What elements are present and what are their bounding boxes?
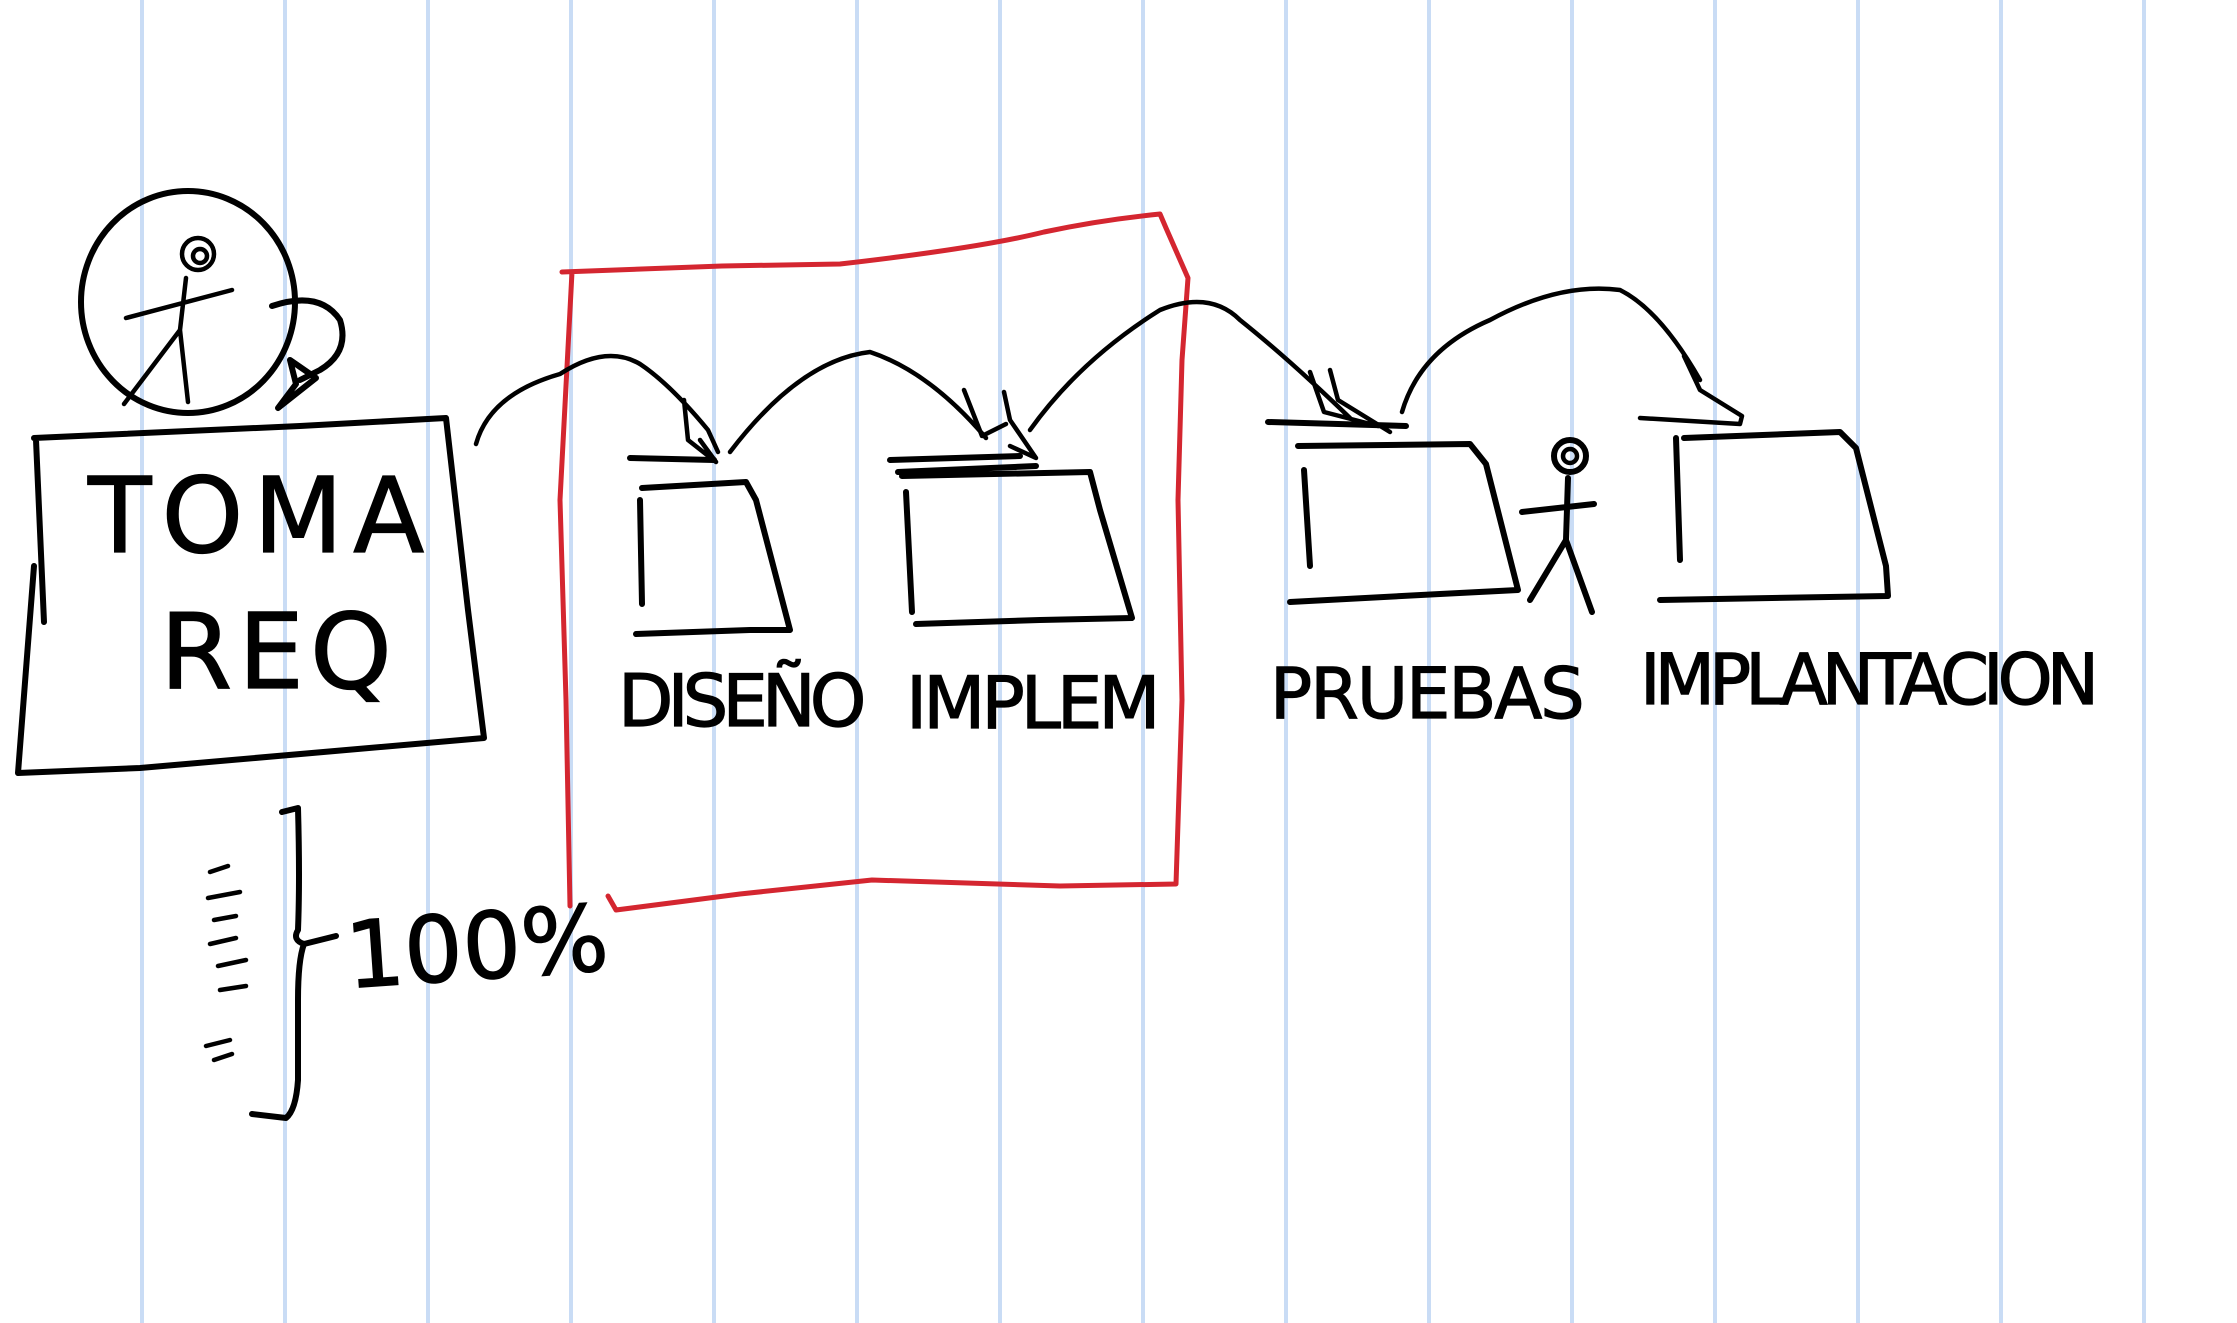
implementation-box: [887, 453, 1135, 627]
coverage-annotation: 100%: [203, 805, 613, 1121]
design-label: DISEÑO: [618, 659, 863, 743]
stick-figure-icon: [1519, 437, 1597, 615]
highlight-frame: [557, 211, 1191, 913]
design-stage: DISEÑO: [617, 455, 869, 744]
stick-figure-in-circle-icon: [78, 188, 346, 416]
deployment-box: [1657, 429, 1891, 603]
requirements-label-line1: TOMA: [87, 455, 434, 577]
design-box: [627, 455, 793, 637]
testing-label: PRUEBAS: [1270, 653, 1583, 735]
requirements-label-line2: REQ: [160, 591, 398, 713]
testing-box: [1265, 419, 1521, 605]
arrow-req-to-design: [473, 353, 721, 465]
implementation-label: IMPLEM: [906, 661, 1157, 745]
deployment-stage: IMPLANTACION: [1639, 429, 2100, 722]
arrow-design-to-impl: [727, 349, 1039, 461]
curly-brace-icon: [249, 805, 339, 1121]
whiteboard-diagram: TOMA REQ 100% DISEÑO IMPLEM PRUEBAS IMPL…: [15, 0, 2146, 1323]
requirements-stage: TOMA REQ: [15, 415, 487, 776]
deployment-label: IMPLANTACION: [1640, 639, 2093, 721]
testing-stage: PRUEBAS: [1265, 419, 1585, 736]
implementation-stage: IMPLEM: [887, 453, 1161, 746]
arrow-impl-to-testing: [1027, 299, 1393, 435]
